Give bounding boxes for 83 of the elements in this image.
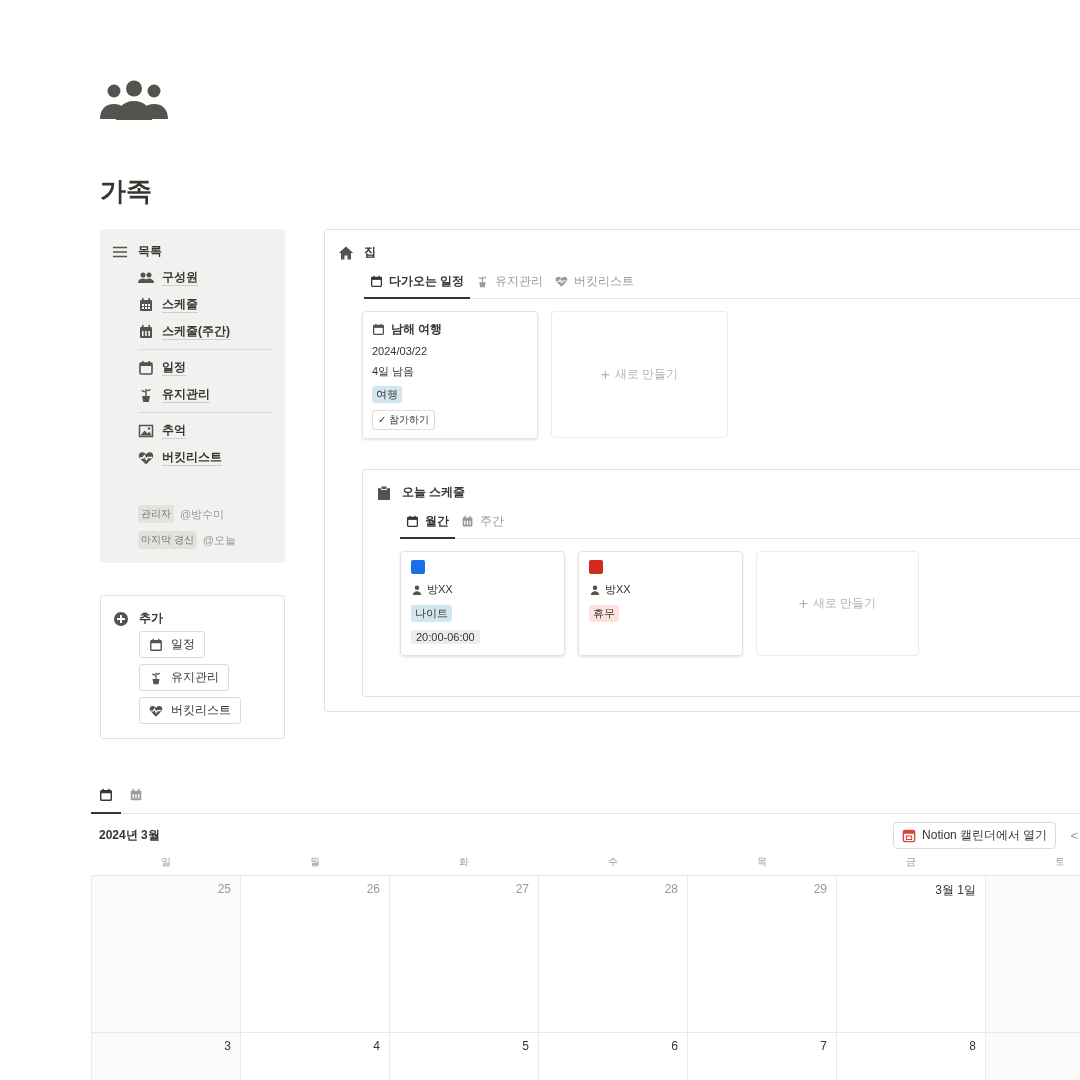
- property-name: 마지막 경신: [138, 531, 197, 549]
- calendar-icon: [406, 515, 419, 528]
- shift-tag: 휴무: [589, 605, 619, 622]
- add-button[interactable]: 일정: [139, 631, 205, 658]
- day-number: 29: [813, 882, 827, 897]
- day-cell[interactable]: 5: [389, 1032, 538, 1080]
- days-remaining: 4일 남음: [372, 364, 416, 379]
- add-button[interactable]: 버킷리스트: [139, 697, 241, 724]
- nav-link[interactable]: 추억: [162, 422, 186, 439]
- event-card[interactable]: 남해 여행 2024/03/22 4일 남음 여행 ✓ 참가하기: [362, 311, 538, 439]
- calendar-icon: [138, 359, 154, 376]
- shift-card[interactable]: 방XX 휴무: [578, 551, 743, 656]
- add-button[interactable]: 유지관리: [139, 664, 229, 691]
- calendar-week-icon: [138, 323, 154, 340]
- add-heading: 추가: [139, 610, 163, 627]
- page-title: 가족: [100, 175, 153, 208]
- event-title: 남해 여행: [391, 321, 443, 338]
- category-tag: 여행: [372, 386, 402, 403]
- weekday-label: 토: [1054, 856, 1065, 867]
- calendar-icon: [99, 788, 113, 802]
- day-number: 4: [373, 1039, 380, 1054]
- day-cell[interactable]: 6: [538, 1032, 687, 1080]
- calendar-icon: [149, 637, 163, 652]
- image-icon: [138, 422, 154, 439]
- weekday-label: 월: [309, 856, 320, 867]
- weekday-label: 수: [607, 856, 618, 867]
- day-number: 28: [664, 882, 678, 897]
- day-number: 3월 1일: [935, 882, 976, 897]
- property-value: @방수미: [180, 506, 225, 522]
- property-value: @오늘: [202, 532, 236, 548]
- view-tab[interactable]: 다가오는 일정: [364, 269, 471, 299]
- day-number: 6: [671, 1039, 678, 1054]
- calendar-week-icon: [461, 515, 474, 528]
- day-cell[interactable]: 4: [240, 1032, 389, 1080]
- property-name: 관리자: [138, 505, 174, 523]
- shift-card[interactable]: 방XX 나이트 20:00-06:00: [400, 551, 565, 656]
- weekday-label: 일: [160, 856, 171, 867]
- open-calendar-button[interactable]: Notion 캘린더에서 열기: [893, 822, 1057, 849]
- nav-link[interactable]: 스케줄: [162, 296, 198, 313]
- join-button[interactable]: ✓ 참가하기: [372, 410, 435, 430]
- potted-plant-icon: [149, 670, 163, 685]
- calendar-icon: [372, 323, 385, 336]
- weekday-label: 금: [905, 856, 916, 867]
- nav-link[interactable]: 구성원: [162, 269, 198, 286]
- nav-link[interactable]: 일정: [162, 359, 186, 376]
- heart-pulse-icon: [149, 703, 163, 718]
- contents-heading: 목록: [138, 243, 162, 260]
- panel-title: 오늘 스케줄: [402, 484, 466, 501]
- person-icon: [411, 583, 423, 596]
- shift-time: 20:00-06:00: [411, 630, 480, 644]
- event-date: 2024/03/22: [372, 345, 429, 357]
- day-number: 7: [820, 1039, 827, 1054]
- add-icon: [113, 610, 129, 627]
- people-icon: [100, 80, 168, 120]
- day-number: 5: [522, 1039, 529, 1054]
- person-icon: [589, 583, 601, 596]
- weekday-label: 목: [756, 856, 767, 867]
- day-cell[interactable]: 3: [91, 1032, 240, 1080]
- person-name: 방XX: [605, 582, 631, 597]
- month-label: 2024년 3월: [99, 827, 160, 844]
- person-name: 방XX: [427, 582, 453, 597]
- day-number: 27: [515, 882, 529, 897]
- day-number: 26: [366, 882, 380, 897]
- heart-pulse-icon: [555, 275, 569, 288]
- clipboard-icon: [376, 484, 392, 501]
- shift-tag: 나이트: [411, 605, 452, 622]
- heart-pulse-icon: [138, 449, 154, 466]
- calendar-week-icon: [129, 788, 143, 802]
- day-cell[interactable]: 7: [687, 1032, 836, 1080]
- calendar-grid-icon: [138, 296, 154, 313]
- calendar-app-icon: [902, 828, 917, 843]
- day-number: 25: [217, 882, 231, 897]
- panel-title: 집: [364, 244, 376, 261]
- nav-link[interactable]: 스케줄(주간): [162, 323, 230, 340]
- potted-plant-icon: [138, 386, 154, 403]
- home-icon: [338, 244, 354, 261]
- day-number: 3: [224, 1039, 231, 1054]
- weekday-label: 화: [458, 856, 469, 867]
- view-tab[interactable]: 월간: [400, 509, 455, 539]
- nav-link[interactable]: 유지관리: [162, 386, 210, 403]
- nav-link[interactable]: 버킷리스트: [162, 449, 222, 466]
- calendar-icon: [370, 275, 383, 288]
- day-number: 8: [969, 1039, 976, 1054]
